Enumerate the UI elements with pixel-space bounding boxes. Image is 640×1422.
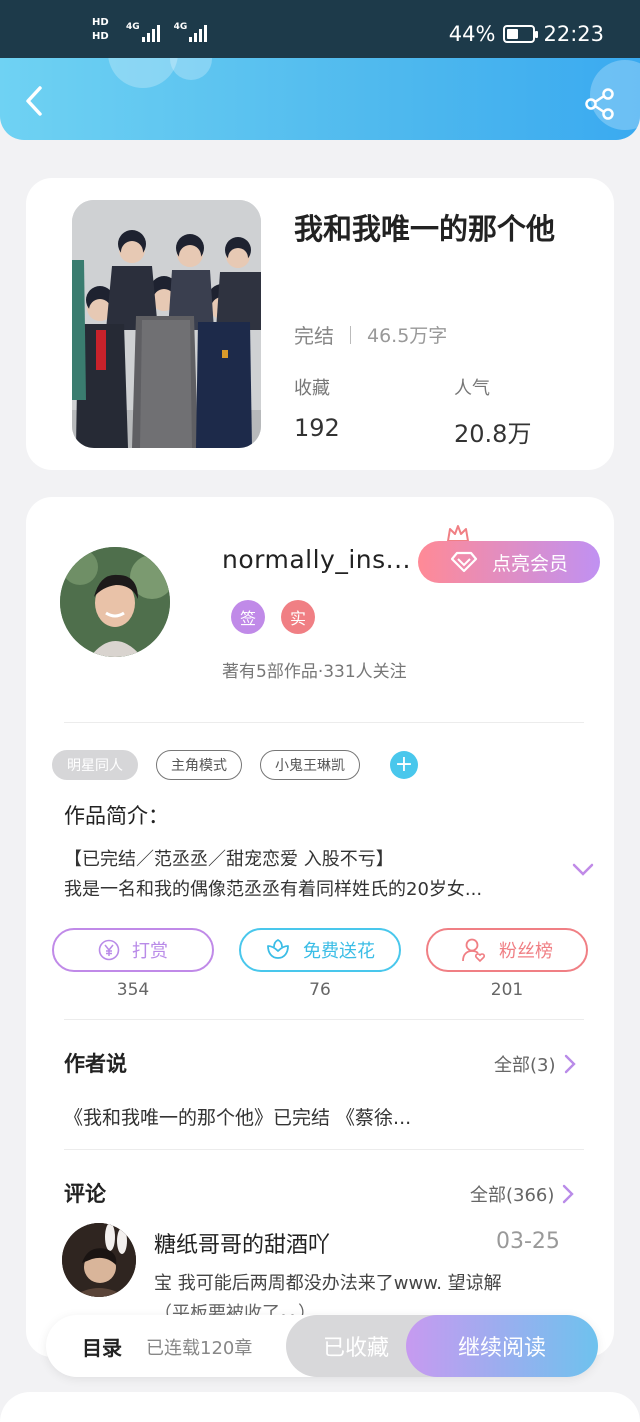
yuan-coin-icon bbox=[98, 939, 120, 961]
tag-list: 明星同人 主角模式 小鬼王琳凯 + bbox=[52, 750, 418, 780]
hd1-label: HD bbox=[92, 17, 109, 28]
fans-rank-button[interactable]: 粉丝榜 bbox=[426, 928, 588, 972]
decor-bubble bbox=[170, 58, 212, 80]
author-says-more-label: 全部(3) bbox=[494, 1055, 556, 1076]
detail-card: normally_ins... 点亮会员 签 实 著有5部作品·331人关注 明… bbox=[26, 497, 614, 1357]
vip-button[interactable]: 点亮会员 bbox=[418, 541, 600, 583]
signal-indicators: 4G 4G bbox=[126, 22, 208, 42]
comment-date: 03-25 bbox=[496, 1229, 560, 1254]
tag-item[interactable]: 明星同人 bbox=[52, 750, 138, 780]
divider bbox=[64, 722, 584, 723]
toc-button[interactable]: 目录 bbox=[82, 1332, 122, 1361]
flower-button[interactable]: 免费送花 bbox=[239, 928, 401, 972]
divider bbox=[350, 325, 351, 344]
fans-label: 粉丝榜 bbox=[499, 941, 553, 962]
author-says-text[interactable]: 《我和我唯一的那个他》已完结 《蔡徐... bbox=[64, 1103, 534, 1130]
hd2-label: HD bbox=[92, 31, 109, 42]
add-tag-icon[interactable]: + bbox=[390, 751, 418, 779]
tag-item[interactable]: 小鬼王琳凯 bbox=[260, 750, 360, 780]
signed-badge: 签 bbox=[231, 600, 265, 634]
reward-count: 354 bbox=[116, 980, 150, 1000]
flower-label: 免费送花 bbox=[303, 941, 375, 962]
intro-line-1: 【已完结／范丞丞／甜宠恋爱 入股不亏】 bbox=[64, 849, 394, 870]
comments-more-label: 全部(366) bbox=[470, 1185, 555, 1206]
top-header bbox=[0, 58, 640, 140]
word-count: 46.5万字 bbox=[367, 325, 448, 347]
reward-label: 打赏 bbox=[132, 941, 168, 962]
status-right: 44% 22:23 bbox=[449, 22, 604, 46]
intro-text[interactable]: 【已完结／范丞丞／甜宠恋爱 入股不亏】 我是一名和我的偶像范丞丞有着同样姓氏的2… bbox=[64, 845, 544, 905]
author-avatar[interactable] bbox=[60, 547, 170, 657]
diamond-icon bbox=[450, 551, 478, 573]
fan-user-icon bbox=[462, 938, 486, 963]
flower-icon bbox=[267, 938, 289, 959]
commenter-name[interactable]: 糖纸哥哥的甜酒吖 bbox=[154, 1227, 330, 1259]
chevron-right-icon bbox=[563, 1184, 575, 1204]
author-name[interactable]: normally_ins... bbox=[222, 545, 411, 574]
author-says-more-link[interactable]: 全部(3) bbox=[494, 1051, 576, 1077]
popularity-label: 人气 bbox=[454, 378, 490, 399]
clock: 22:23 bbox=[543, 22, 604, 46]
battery-icon bbox=[503, 25, 539, 43]
author-meta: 著有5部作品·331人关注 bbox=[222, 662, 407, 682]
book-cover-image[interactable] bbox=[72, 200, 261, 448]
chevron-down-icon[interactable] bbox=[572, 863, 594, 877]
bottom-action-bar: 目录 已连载120章 已收藏 继续阅读 bbox=[46, 1315, 598, 1377]
comments-more-link[interactable]: 全部(366) bbox=[470, 1181, 575, 1207]
favorites-stat: 收藏 192 bbox=[294, 374, 340, 442]
continue-reading-button[interactable]: 继续阅读 bbox=[406, 1315, 598, 1377]
book-title: 我和我唯一的那个他 bbox=[294, 212, 556, 246]
signal-bars-1-icon bbox=[141, 22, 160, 42]
network-2-label: 4G bbox=[173, 22, 188, 32]
signal-1: 4G bbox=[126, 22, 160, 42]
bottom-sheet-edge bbox=[0, 1392, 640, 1422]
author-says-title: 作者说 bbox=[64, 1052, 127, 1076]
book-info-card: 我和我唯一的那个他 完结 46.5万字 收藏 192 人气 20.8万 bbox=[26, 178, 614, 470]
share-icon[interactable] bbox=[584, 88, 616, 120]
signal-bars-2-icon bbox=[189, 22, 208, 42]
back-arrow-icon[interactable] bbox=[20, 84, 50, 118]
divider bbox=[64, 1019, 584, 1020]
popularity-stat: 人气 20.8万 bbox=[454, 374, 531, 449]
verified-badge: 实 bbox=[281, 600, 315, 634]
popularity-value: 20.8万 bbox=[454, 420, 532, 448]
network-1-label: 4G bbox=[126, 22, 140, 32]
favorites-label: 收藏 bbox=[294, 378, 330, 399]
reward-button[interactable]: 打赏 bbox=[52, 928, 214, 972]
crown-icon bbox=[447, 525, 469, 542]
chevron-right-icon bbox=[564, 1054, 576, 1074]
commenter-avatar[interactable] bbox=[62, 1223, 136, 1297]
hd-indicator: HD HD bbox=[92, 16, 109, 44]
serial-status: 已连载120章 bbox=[146, 1338, 253, 1359]
decor-bubble bbox=[108, 58, 178, 88]
tag-item[interactable]: 主角模式 bbox=[156, 750, 242, 780]
flower-count: 76 bbox=[309, 980, 331, 1000]
battery-level bbox=[507, 29, 519, 39]
book-status: 完结 bbox=[294, 324, 334, 348]
divider bbox=[64, 1149, 584, 1150]
book-status-row: 完结 46.5万字 bbox=[294, 320, 447, 349]
intro-title: 作品简介： bbox=[64, 804, 169, 828]
comments-title: 评论 bbox=[64, 1182, 106, 1206]
vip-label: 点亮会员 bbox=[491, 552, 568, 575]
intro-line-2: 我是一名和我的偶像范丞丞有着同样姓氏的20岁女... bbox=[64, 879, 483, 900]
battery-percent: 44% bbox=[448, 22, 496, 46]
comment-line-1: 宝 我可能后两周都没办法来了www. 望谅解 bbox=[154, 1273, 502, 1294]
status-bar: HD HD 4G 4G 44% 22:23 bbox=[0, 0, 640, 58]
favorites-value: 192 bbox=[294, 414, 340, 442]
signal-2: 4G bbox=[174, 22, 208, 42]
fans-count: 201 bbox=[490, 980, 524, 1000]
